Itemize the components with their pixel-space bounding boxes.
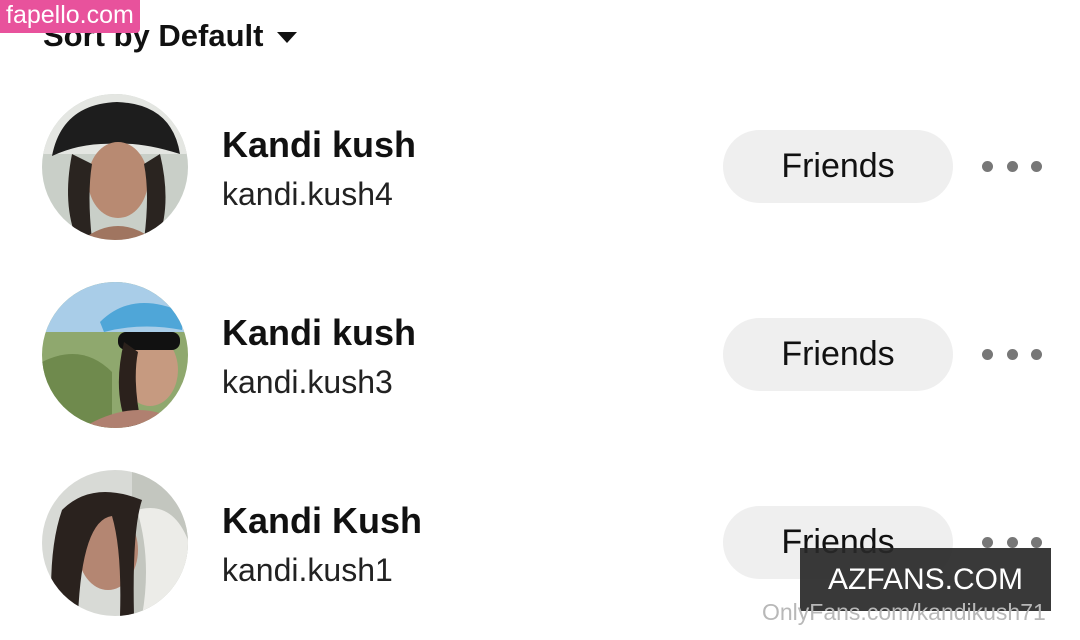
contact-handle: kandi.kush1 [222,552,393,588]
watermark-onlyfans: OnlyFans.com/kandikush71 [762,599,1046,625]
contact-name[interactable]: Kandi kush [222,312,416,354]
friends-button[interactable]: Friends [723,318,953,391]
avatar[interactable] [42,470,188,616]
caret-down-icon [277,32,298,43]
contact-name[interactable]: Kandi kush [222,124,416,166]
friends-button[interactable]: Friends [723,130,953,203]
avatar[interactable] [42,94,188,240]
more-horizontal-icon [982,160,993,172]
watermark-fapello: fapello.com [0,0,140,33]
contact-row: Kandi kush kandi.kush4 Friends [0,94,1080,244]
avatar[interactable] [42,282,188,428]
contact-row: Kandi kush kandi.kush3 Friends [0,282,1080,432]
friends-list-page: fapello.com Sort by Default Kandi kush k… [0,0,1080,640]
more-horizontal-icon [982,536,993,548]
contact-name[interactable]: Kandi Kush [222,500,422,542]
contact-handle: kandi.kush3 [222,364,393,400]
more-horizontal-icon [982,348,993,360]
more-options-button[interactable] [982,146,1042,186]
more-options-button[interactable] [982,334,1042,374]
contact-handle: kandi.kush4 [222,176,393,212]
